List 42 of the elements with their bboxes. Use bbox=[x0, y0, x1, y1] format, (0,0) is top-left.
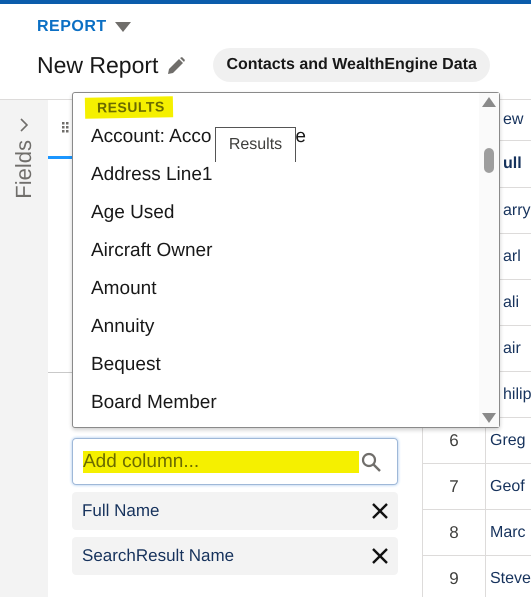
dropdown-item[interactable]: Board Member bbox=[91, 392, 217, 414]
table-cell: Steve bbox=[490, 570, 531, 588]
row-number: 8 bbox=[423, 510, 486, 555]
table-cell: Geof bbox=[490, 478, 525, 496]
table-cell: ali bbox=[503, 294, 520, 312]
row-number: 9 bbox=[423, 556, 486, 597]
dropdown-item[interactable]: Account: Acco bbox=[91, 126, 212, 148]
chevron-right-icon[interactable] bbox=[20, 118, 28, 132]
drag-handle-icon[interactable] bbox=[62, 122, 69, 133]
fields-tab[interactable]: Fields bbox=[11, 140, 37, 199]
column-name: Full Name bbox=[82, 501, 160, 521]
add-column-field[interactable]: Add column... bbox=[72, 438, 398, 485]
scroll-down-icon[interactable] bbox=[482, 413, 496, 423]
dropdown-item[interactable]: Address Line1 bbox=[91, 164, 212, 186]
close-icon[interactable] bbox=[372, 503, 388, 519]
dropdown-item-fragment[interactable]: e bbox=[295, 126, 306, 148]
object-label[interactable]: REPORT bbox=[37, 18, 107, 36]
table-cell: ew bbox=[503, 111, 524, 129]
dropdown-item[interactable]: Aircraft Owner bbox=[91, 240, 212, 262]
report-type-badge: Contacts and WealthEngine Data bbox=[213, 48, 490, 82]
pencil-icon[interactable] bbox=[168, 56, 186, 74]
column-header[interactable]: ull bbox=[503, 155, 522, 173]
section-heading: RESULTS bbox=[84, 96, 173, 119]
table-cell: air bbox=[503, 340, 521, 358]
table-cell: arl bbox=[503, 248, 521, 266]
tooltip: Results bbox=[215, 127, 296, 162]
dropdown-item[interactable]: Annuity bbox=[91, 316, 154, 338]
scroll-up-icon[interactable] bbox=[482, 97, 496, 107]
scrollbar-thumb[interactable] bbox=[484, 148, 494, 172]
search-icon bbox=[361, 452, 381, 472]
row-number: 7 bbox=[423, 464, 486, 509]
table-cell: Marc bbox=[490, 524, 526, 542]
dropdown-item[interactable]: Age Used bbox=[91, 202, 174, 224]
dropdown-item[interactable]: Bequest bbox=[91, 354, 161, 376]
dropdown-item[interactable]: Amount bbox=[91, 278, 156, 300]
column-name: SearchResult Name bbox=[82, 546, 234, 566]
table-cell: arry bbox=[503, 202, 531, 220]
close-icon[interactable] bbox=[372, 548, 388, 564]
table-cell: Greg bbox=[490, 432, 526, 450]
caret-icon[interactable] bbox=[114, 22, 131, 32]
table-cell: hilip bbox=[503, 386, 531, 404]
report-title: New Report bbox=[37, 52, 158, 78]
